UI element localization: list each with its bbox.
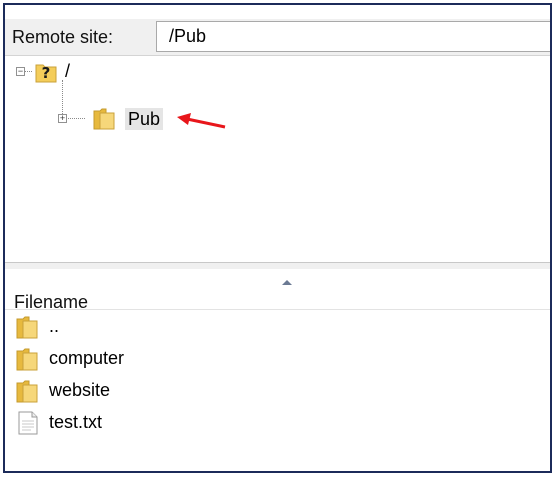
remote-site-label: Remote site: [12, 27, 114, 47]
remote-site-panel: Remote site: − ? / + Pub Filename [3, 3, 552, 473]
tree-connector [68, 118, 85, 119]
folder-icon [16, 316, 38, 339]
unknown-folder-icon: ? [35, 64, 57, 83]
list-item[interactable]: website [5, 374, 550, 406]
list-item[interactable]: .. [5, 310, 550, 342]
collapse-root-toggle[interactable]: − [16, 67, 25, 76]
svg-text:?: ? [42, 64, 51, 82]
remote-path-input[interactable] [156, 21, 550, 52]
folder-icon [16, 380, 38, 403]
file-list: .. computer website test.txt [5, 310, 550, 471]
list-item[interactable]: computer [5, 342, 550, 374]
tree-connector [24, 71, 32, 72]
list-item[interactable]: test.txt [5, 406, 550, 438]
tree-node-pub[interactable]: Pub [125, 108, 164, 130]
tree-connector [62, 80, 63, 114]
file-name: .. [49, 316, 60, 336]
file-name: computer [49, 348, 125, 368]
directory-tree: − ? / + Pub [5, 56, 550, 263]
red-arrow-annotation [177, 113, 226, 129]
folder-icon [16, 348, 38, 371]
top-strip [5, 5, 550, 19]
remote-site-bar: Remote site: [5, 19, 550, 56]
folder-icon [93, 108, 115, 130]
file-name: test.txt [49, 412, 103, 432]
tree-root-label[interactable]: / [65, 60, 70, 82]
filename-column-header[interactable]: Filename [5, 269, 550, 312]
sort-ascending-icon [282, 280, 292, 285]
text-file-icon [18, 411, 38, 435]
expand-pub-toggle[interactable]: + [58, 114, 67, 123]
file-name: website [49, 380, 111, 400]
